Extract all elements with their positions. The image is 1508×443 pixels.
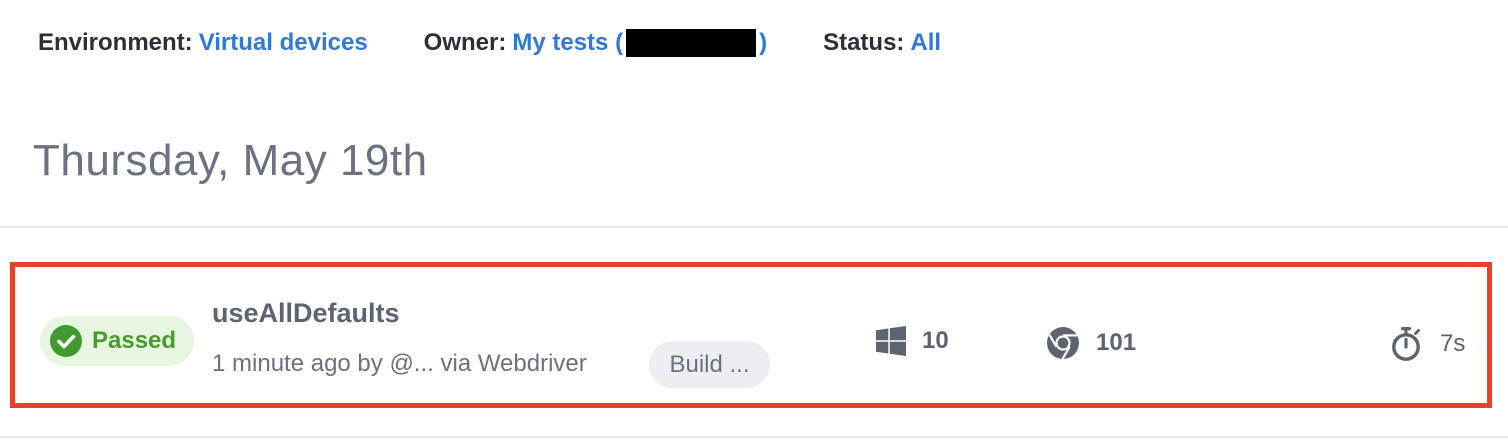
status-filter-value[interactable]: All: [910, 29, 941, 57]
environment-filter-value[interactable]: Virtual devices: [199, 29, 368, 57]
test-name-link[interactable]: useAllDefaults: [212, 298, 400, 329]
environment-filter[interactable]: Environment: Virtual devices: [38, 29, 368, 57]
browser-platform: 101: [1046, 326, 1136, 360]
chrome-icon: [1047, 327, 1079, 360]
owner-filter[interactable]: Owner: My tests (): [424, 29, 767, 58]
owner-filter-value-prefix: My tests (: [512, 28, 624, 56]
status-filter[interactable]: Status: All: [823, 29, 941, 57]
redacted-username: [626, 29, 757, 58]
environment-filter-label: Environment:: [38, 29, 193, 56]
stopwatch-icon: [1392, 327, 1420, 361]
status-filter-label: Status:: [823, 29, 905, 56]
owner-filter-value[interactable]: My tests (): [512, 29, 767, 58]
build-tag[interactable]: Build ...: [649, 341, 770, 388]
owner-filter-label: Owner:: [423, 29, 507, 56]
windows-icon: [876, 326, 906, 356]
test-meta: 1 minute ago by @... via Webdriver: [212, 350, 587, 377]
date-heading: Thursday, May 19th: [33, 136, 428, 185]
duration: 7s: [1390, 326, 1465, 362]
owner-filter-value-suffix: ): [759, 28, 768, 56]
duration-value: 7s: [1440, 330, 1466, 357]
os-version: 10: [922, 327, 949, 354]
os-platform: 10: [876, 326, 949, 356]
check-circle-icon: [50, 325, 82, 357]
status-text: Passed: [92, 327, 177, 354]
status-badge: Passed: [40, 316, 194, 366]
divider: [0, 436, 1508, 438]
divider: [0, 226, 1508, 228]
filter-bar: Environment: Virtual devices Owner: My t…: [38, 24, 941, 62]
browser-version: 101: [1096, 329, 1137, 356]
